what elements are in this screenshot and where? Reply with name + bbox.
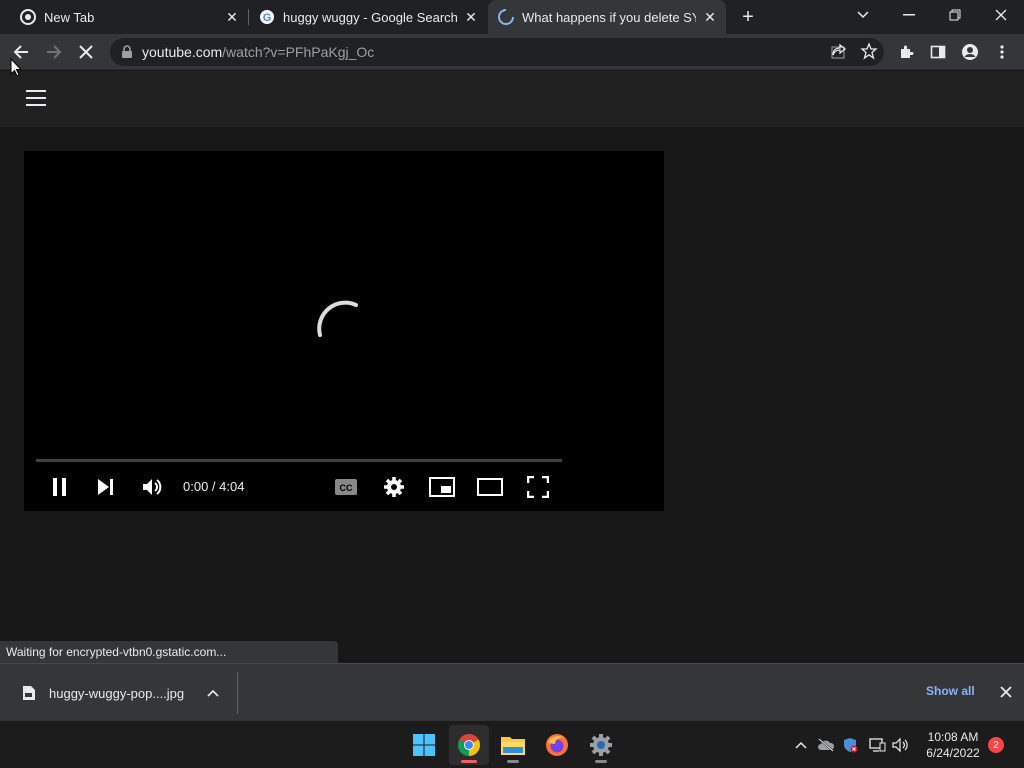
tab-title: huggy wuggy - Google Search [283, 9, 457, 25]
status-bubble: Waiting for encrypted-vtbn0.gstatic.com.… [0, 641, 338, 663]
tab-title: New Tab [44, 9, 95, 25]
svg-text:G: G [263, 12, 272, 24]
volume-button[interactable] [139, 473, 167, 501]
clock-date: 6/24/2022 [926, 746, 980, 760]
running-indicator [507, 760, 519, 763]
restore-button[interactable] [941, 4, 969, 26]
youtube-header [0, 71, 1024, 127]
windows-taskbar: 10:08 AM 6/24/2022 2 [0, 720, 1024, 768]
new-tab-button[interactable]: + [738, 6, 758, 28]
address-bar[interactable]: youtube.com/watch?v=PFhPaKgj_Oc [110, 38, 884, 66]
close-tab-icon[interactable]: ✕ [463, 9, 479, 25]
loading-spinner-icon [317, 300, 358, 337]
url-path: /watch?v=PFhPaKgj_Oc [222, 44, 375, 60]
active-indicator [461, 760, 477, 763]
clock[interactable]: 10:08 AM 6/24/2022 [918, 729, 988, 761]
bookmark-star-icon[interactable] [860, 42, 878, 60]
tab-strip: New Tab ✕ G huggy wuggy - Google Search … [0, 0, 1024, 34]
browser-toolbar: youtube.com/watch?v=PFhPaKgj_Oc [0, 34, 1024, 70]
network-icon[interactable] [867, 735, 887, 755]
running-indicator [595, 760, 607, 763]
progress-bar[interactable] [36, 459, 562, 462]
next-button[interactable] [92, 473, 120, 501]
taskbar-file-explorer-icon[interactable] [493, 725, 533, 765]
close-tab-icon[interactable]: ✕ [702, 9, 718, 25]
notification-badge[interactable]: 2 [988, 737, 1004, 753]
time-display: 0:00 / 4:04 [183, 479, 245, 494]
video-player[interactable]: 0:00 / 4:04 CC [24, 151, 664, 511]
taskbar-settings-icon[interactable] [581, 725, 621, 765]
extensions-icon[interactable] [894, 40, 918, 64]
chrome-menu-icon[interactable] [990, 40, 1014, 64]
tab-search-chevron-icon[interactable] [849, 4, 877, 26]
close-tab-icon[interactable]: ✕ [224, 9, 240, 25]
close-shelf-icon[interactable] [998, 684, 1014, 700]
close-window-button[interactable] [987, 4, 1015, 26]
hamburger-menu-icon[interactable] [26, 90, 46, 106]
show-all-link[interactable]: Show all [926, 684, 975, 698]
captions-button[interactable]: CC [332, 473, 360, 501]
chevron-up-tray-icon[interactable] [791, 735, 811, 755]
loading-icon [498, 9, 514, 25]
tab-youtube-video[interactable]: What happens if you delete SYSTEM32 ✕ [488, 0, 726, 34]
download-shelf: huggy-wuggy-pop....jpg Show all [0, 663, 1024, 720]
url-host: youtube.com [142, 44, 223, 60]
forward-button[interactable] [42, 40, 66, 64]
minimize-button[interactable] [895, 4, 923, 26]
pause-button[interactable] [46, 473, 74, 501]
tab-title: What happens if you delete SYSTEM32 [522, 9, 696, 25]
download-item[interactable]: huggy-wuggy-pop....jpg [0, 672, 238, 714]
chevron-up-icon[interactable] [205, 685, 221, 701]
clock-time: 10:08 AM [927, 730, 979, 744]
taskbar-chrome-icon[interactable] [449, 725, 489, 765]
mouse-cursor-icon [10, 58, 22, 77]
security-shield-icon[interactable] [840, 735, 860, 755]
stop-loading-button[interactable] [74, 40, 98, 64]
svg-text:CC: CC [340, 483, 353, 493]
tab-new-tab[interactable]: New Tab ✕ [0, 0, 248, 34]
side-panel-icon[interactable] [926, 40, 950, 64]
share-icon[interactable] [830, 42, 848, 60]
onedrive-offline-icon[interactable] [816, 735, 836, 755]
fullscreen-button[interactable] [524, 473, 552, 501]
windows-start-icon[interactable] [404, 725, 444, 765]
tab-google-search[interactable]: G huggy wuggy - Google Search ✕ [249, 0, 487, 34]
player-controls: 0:00 / 4:04 CC [24, 471, 664, 503]
lock-icon[interactable] [120, 45, 134, 59]
theater-mode-button[interactable] [476, 473, 504, 501]
taskbar-firefox-icon[interactable] [537, 725, 577, 765]
file-icon [23, 686, 35, 700]
volume-icon[interactable] [891, 735, 911, 755]
chrome-icon [20, 9, 36, 25]
google-icon: G [260, 10, 274, 24]
download-filename: huggy-wuggy-pop....jpg [49, 685, 185, 701]
profile-icon[interactable] [958, 40, 982, 64]
settings-gear-icon[interactable] [380, 473, 408, 501]
miniplayer-button[interactable] [428, 473, 456, 501]
